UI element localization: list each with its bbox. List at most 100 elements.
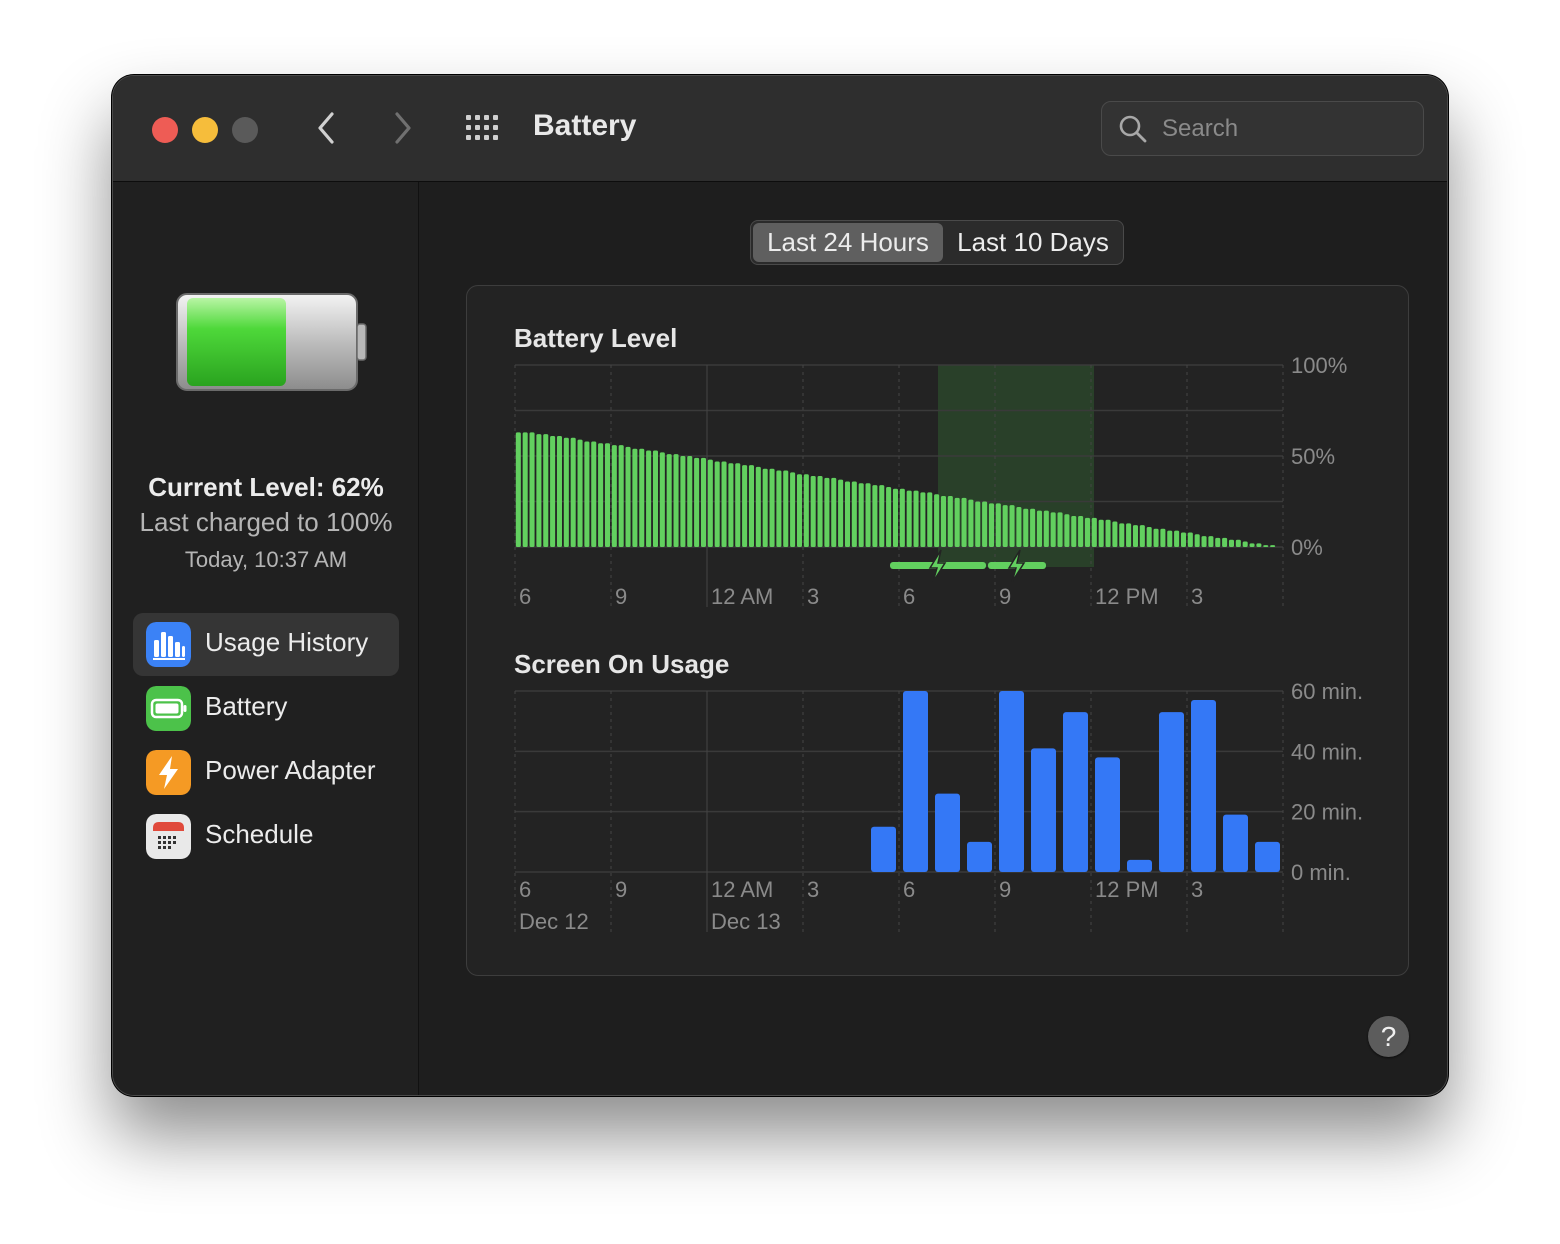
tab-last-24-hours[interactable]: Last 24 Hours — [753, 223, 943, 262]
charts-panel: Battery Level Screen On Usage 100% 50% 0% 6… — [466, 285, 1409, 976]
battery-level-bar — [1126, 523, 1132, 547]
battery-level-bar — [584, 441, 590, 547]
screen-usage-bar — [1031, 748, 1056, 872]
battery-x-tick-label: 6 — [519, 584, 531, 609]
zoom-window-button[interactable] — [232, 117, 258, 143]
battery-level-bar — [865, 483, 871, 547]
battery-level-bar — [838, 479, 844, 547]
sidebar-item-battery[interactable]: Battery — [133, 677, 399, 740]
screen-usage-bar — [935, 793, 960, 872]
battery-level-bar — [1187, 532, 1193, 547]
battery-x-tick-label: 3 — [1191, 584, 1203, 609]
battery-level-bar — [700, 457, 706, 547]
usage-x-tick-label: 3 — [1191, 877, 1203, 902]
title-bar: Battery — [113, 76, 1447, 182]
battery-level-bar — [714, 461, 720, 547]
battery-level-bar — [1132, 525, 1138, 547]
battery-level-bar — [1078, 516, 1084, 547]
search-box[interactable] — [1101, 101, 1424, 156]
battery-level-bar — [611, 445, 617, 547]
battery-level-bar — [1201, 536, 1207, 547]
search-icon — [1119, 115, 1147, 143]
close-window-button[interactable] — [152, 117, 178, 143]
screen-usage-bar — [903, 691, 928, 872]
battery-level-bar — [940, 496, 946, 547]
screen-usage-bar — [999, 691, 1024, 872]
battery-level-bar — [1009, 505, 1015, 547]
battery-level-bar — [618, 445, 624, 547]
battery-level-bar — [796, 474, 802, 547]
bar-chart-icon — [146, 622, 191, 667]
battery-x-tick-label: 9 — [615, 584, 627, 609]
sidebar: Current Level: 62% Last charged to 100% … — [113, 182, 419, 1095]
back-button[interactable] — [308, 108, 348, 148]
screen-usage-bar — [1255, 841, 1280, 872]
battery-level-bar — [563, 437, 569, 547]
battery-level-bar — [550, 435, 556, 547]
battery-level-bar — [844, 481, 850, 547]
battery-level-bar — [1160, 528, 1166, 547]
time-range-selector: Last 24 Hours Last 10 Days — [750, 220, 1124, 265]
battery-level-bar — [625, 446, 631, 547]
sidebar-label-battery: Battery — [205, 691, 288, 721]
battery-level-bar — [1036, 510, 1042, 547]
usage-x-tick-label: 9 — [999, 877, 1011, 902]
battery-level-bar — [721, 461, 727, 547]
battery-level-bar — [707, 459, 713, 547]
usage-y-tick-label: 40 min. — [1291, 739, 1363, 764]
sidebar-item-schedule[interactable]: Schedule — [133, 805, 399, 868]
battery-level-bar — [975, 501, 981, 547]
battery-x-tick-label: 9 — [999, 584, 1011, 609]
battery-level-bar — [899, 488, 905, 547]
minimize-window-button[interactable] — [192, 117, 218, 143]
battery-level-bar — [632, 448, 638, 547]
battery-level-bar — [1263, 545, 1269, 547]
battery-level-bar — [604, 443, 610, 547]
battery-level-bar — [543, 434, 549, 547]
chevron-left-icon — [318, 112, 334, 144]
battery-level-bar — [851, 481, 857, 547]
usage-date-label: Dec 12 — [519, 909, 589, 934]
battery-level-bar — [652, 450, 658, 547]
battery-level-bar — [536, 434, 542, 547]
battery-level-bar — [1023, 508, 1029, 547]
battery-level-bar — [570, 437, 576, 547]
sidebar-item-usage-history[interactable]: Usage History — [133, 613, 399, 676]
battery-level-bar — [769, 468, 775, 547]
battery-level-bar — [1194, 534, 1200, 547]
battery-level-bar — [1208, 536, 1214, 547]
battery-level-bar — [694, 457, 700, 547]
help-button[interactable]: ? — [1368, 1016, 1409, 1057]
screen-usage-bar — [1223, 814, 1248, 872]
battery-x-tick-label: 6 — [903, 584, 915, 609]
battery-level-bar — [1057, 512, 1063, 547]
screen-usage-bar — [1095, 757, 1120, 872]
usage-x-tick-label: 12 PM — [1095, 877, 1159, 902]
battery-level-bar — [577, 439, 583, 547]
forward-button[interactable] — [383, 108, 423, 148]
sidebar-label-usage-history: Usage History — [205, 627, 369, 657]
battery-level-bar — [1167, 530, 1173, 547]
battery-level-bar — [762, 468, 768, 547]
usage-y-tick-label: 0 min. — [1291, 860, 1351, 885]
battery-level-bar — [522, 432, 528, 547]
usage-x-tick-label: 6 — [903, 877, 915, 902]
search-input[interactable] — [1162, 112, 1412, 146]
battery-level-bar — [515, 432, 521, 547]
battery-level-bar — [776, 470, 782, 547]
battery-level-bar — [1030, 508, 1036, 547]
usage-y-tick-label: 20 min. — [1291, 800, 1363, 825]
sidebar-label-schedule: Schedule — [205, 819, 314, 849]
show-all-button[interactable] — [463, 112, 503, 144]
tab-last-10-days[interactable]: Last 10 Days — [945, 223, 1121, 262]
battery-level-bar — [913, 490, 919, 547]
battery-level-bar — [529, 432, 535, 547]
sidebar-item-power-adapter[interactable]: Power Adapter — [133, 741, 399, 804]
battery-level-bar — [646, 450, 652, 547]
battery-level-bar — [1016, 506, 1022, 547]
battery-level-bar — [598, 443, 604, 547]
battery-y-tick-label: 100% — [1291, 353, 1347, 378]
screen-usage-bar — [1063, 712, 1088, 872]
usage-history-pane: Last 24 Hours Last 10 Days Battery Level… — [420, 182, 1447, 1095]
battery-level-bar — [673, 454, 679, 547]
